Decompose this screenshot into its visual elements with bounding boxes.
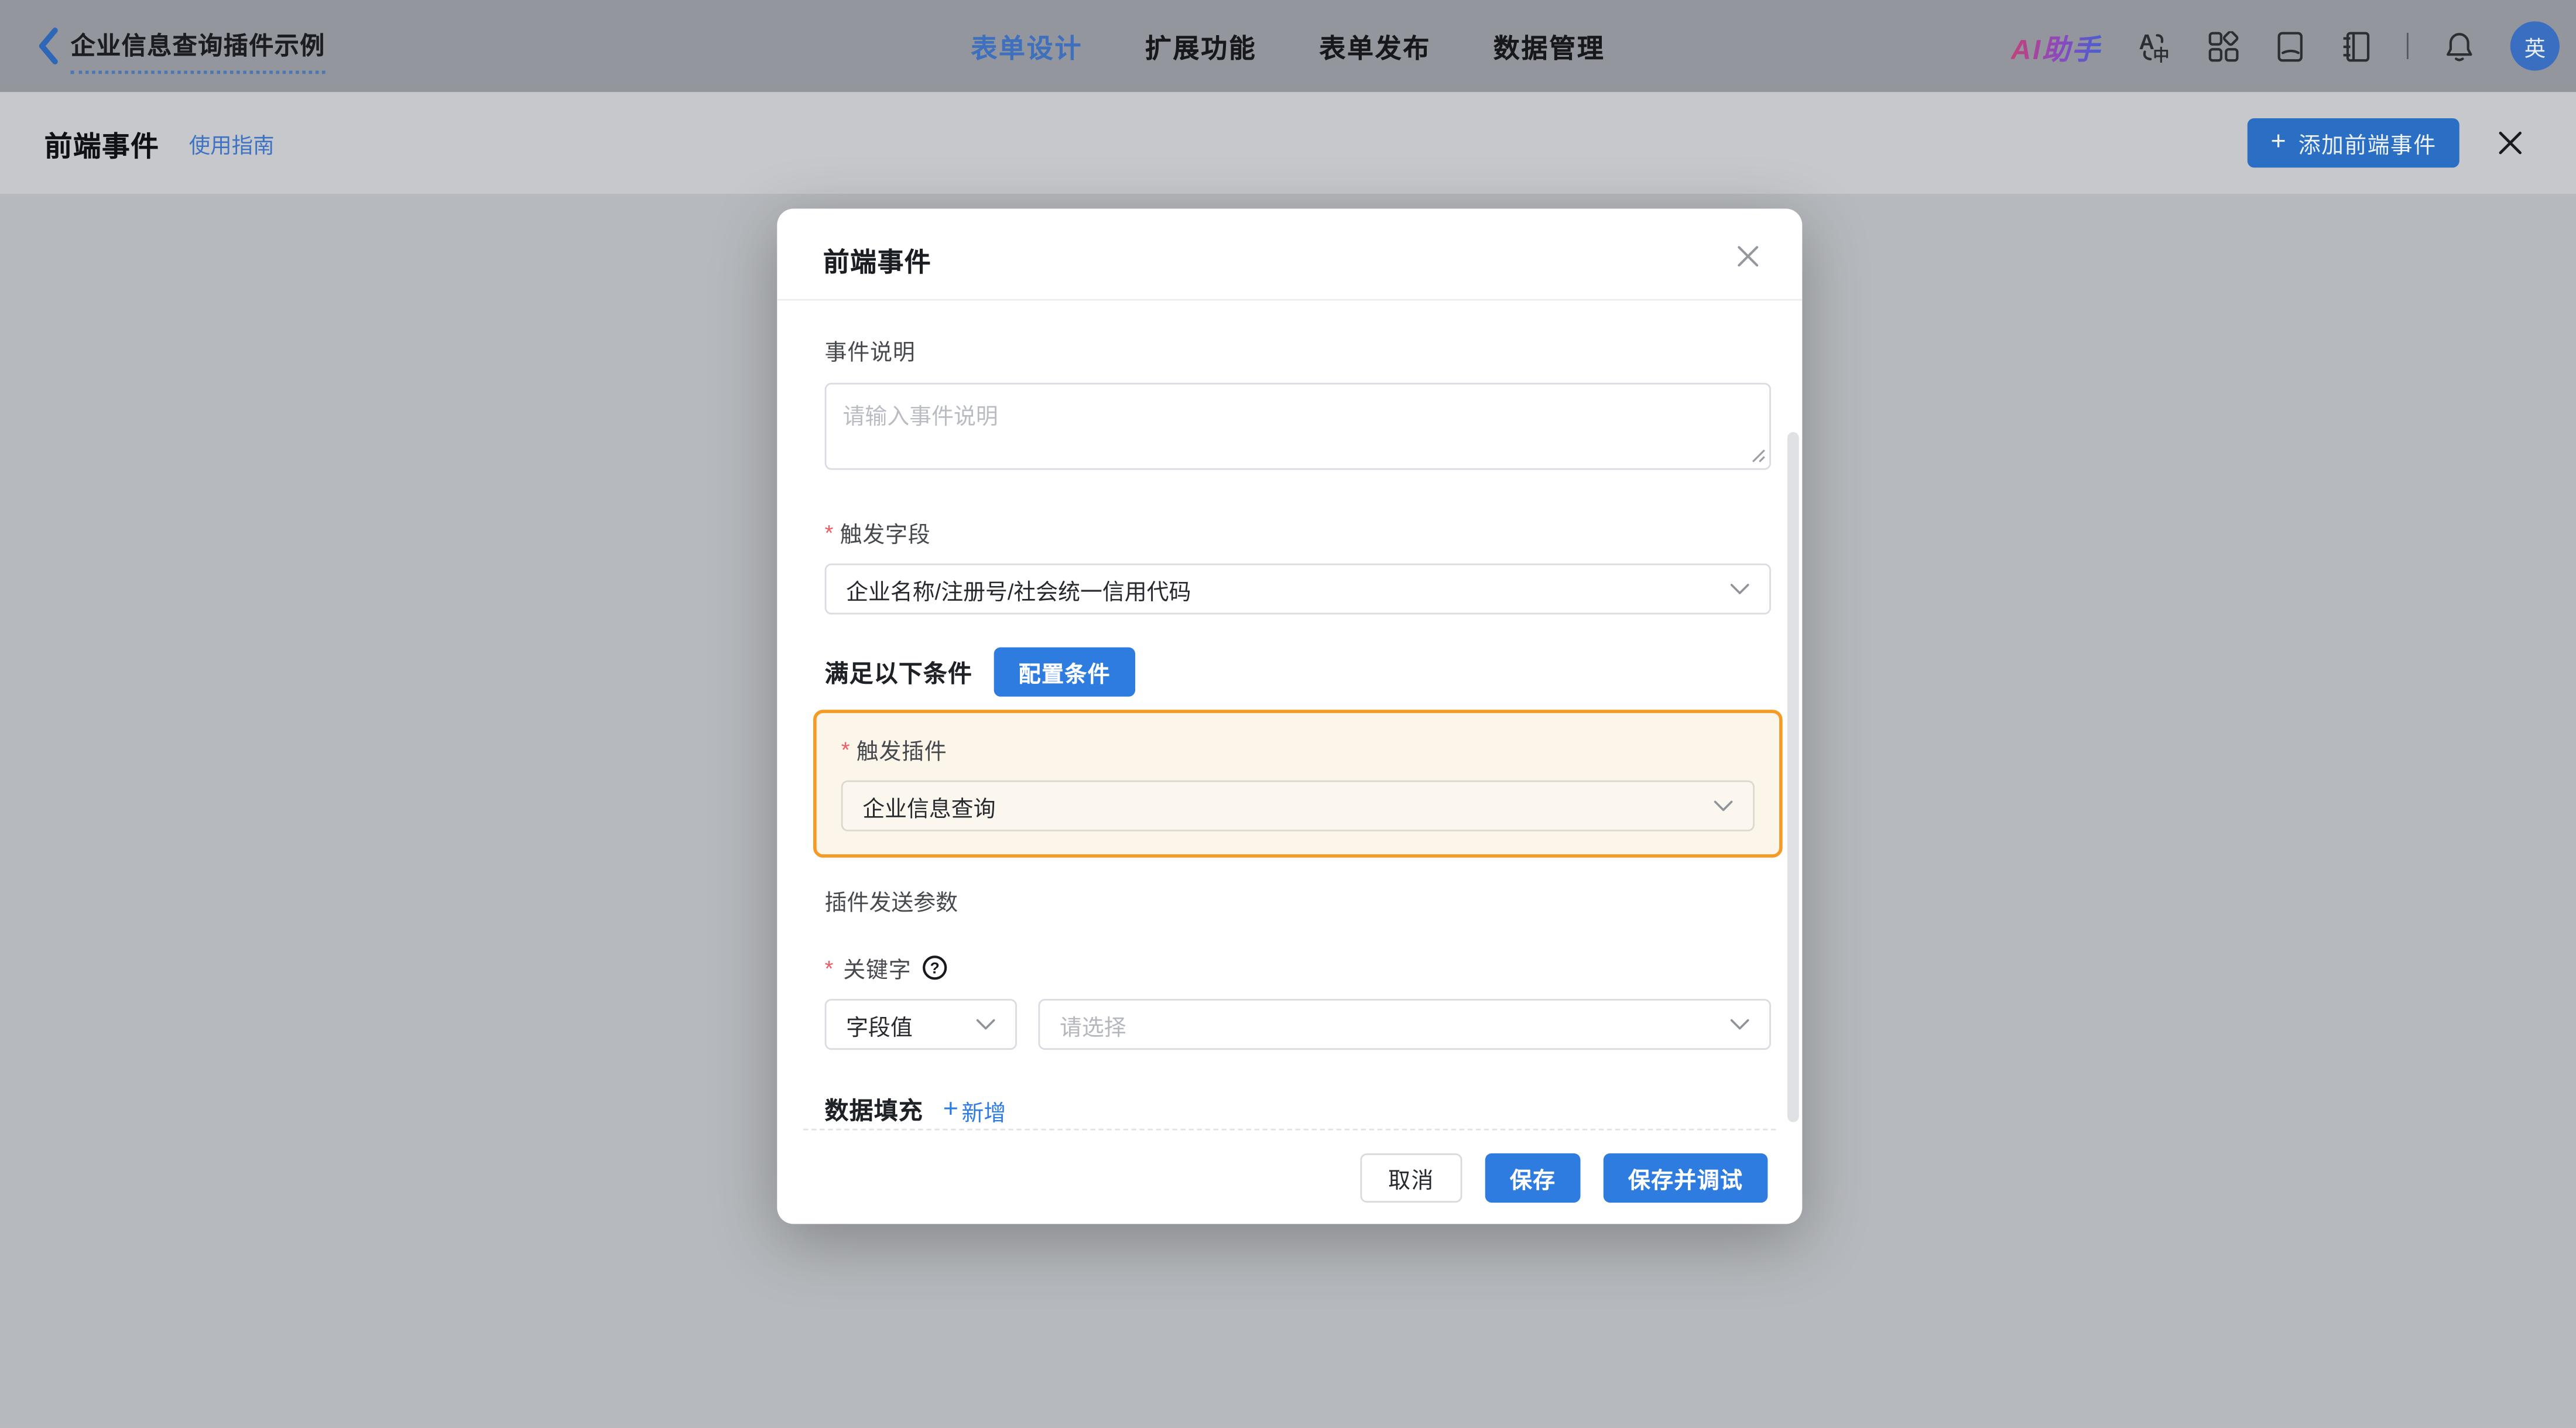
- data-fill-label: 数据填充: [824, 1099, 924, 1126]
- dialog-footer: 取消 保存 保存并调试: [777, 1131, 1802, 1224]
- navbar-divider: [2406, 33, 2409, 60]
- tab-extensions[interactable]: 扩展功能: [1145, 26, 1257, 66]
- required-mark: *: [824, 955, 834, 980]
- save-button[interactable]: 保存: [1485, 1152, 1581, 1202]
- trigger-field-label-row: * 触发字段: [825, 516, 1771, 549]
- svg-text:中: 中: [2153, 45, 2169, 63]
- trigger-plugin-label: 触发插件: [856, 739, 947, 764]
- user-avatar[interactable]: 英: [2510, 21, 2560, 71]
- navbar-tabs: 表单设计 扩展功能 表单发布 数据管理: [971, 0, 1605, 92]
- add-frontend-event-label: 添加前端事件: [2298, 133, 2437, 158]
- navbar-left: 企业信息查询插件示例: [36, 0, 326, 92]
- trigger-field-select[interactable]: 企业名称/注册号/社会统一信用代码: [824, 563, 1771, 615]
- trigger-plugin-value: 企业信息查询: [862, 796, 996, 821]
- navbar-right: AI助手 A 中 英: [2011, 0, 2560, 92]
- translate-icon[interactable]: A 中: [2137, 29, 2172, 63]
- keyword-label: 关键字: [843, 957, 912, 983]
- keyword-value-placeholder: 请选择: [1059, 1014, 1126, 1039]
- trigger-field-label: 触发字段: [840, 522, 931, 547]
- keyword-value-select[interactable]: 请选择: [1038, 999, 1771, 1050]
- trigger-field-value: 企业名称/注册号/社会统一信用代码: [846, 579, 1191, 604]
- configure-condition-button[interactable]: 配置条件: [994, 647, 1136, 697]
- plus-icon: +: [2270, 128, 2287, 156]
- panel-title: 前端事件: [44, 131, 160, 162]
- data-fill-row: 数据填充 + 新增: [825, 1093, 1771, 1127]
- data-fill-add-label: 新增: [961, 1100, 1006, 1125]
- app-stage: 企业信息查询插件示例 表单设计 扩展功能 表单发布 数据管理 AI助手 A 中: [0, 0, 2576, 1428]
- tab-data-manage[interactable]: 数据管理: [1493, 26, 1605, 66]
- plugin-params-label: 插件发送参数: [824, 890, 958, 916]
- svg-text:A: A: [2139, 29, 2154, 53]
- keyword-selects-row: 字段值 请选择: [824, 999, 1771, 1050]
- dialog-header: 前端事件: [777, 208, 1803, 301]
- panel-close-icon[interactable]: [2497, 130, 2523, 156]
- form-title[interactable]: 企业信息查询插件示例: [70, 27, 326, 73]
- cancel-button[interactable]: 取消: [1360, 1152, 1462, 1202]
- event-desc-textarea[interactable]: [824, 382, 1771, 470]
- notebook-icon[interactable]: [2341, 30, 2371, 61]
- tab-form-publish[interactable]: 表单发布: [1319, 26, 1431, 66]
- usage-guide-link[interactable]: 使用指南: [189, 127, 275, 158]
- save-and-debug-button[interactable]: 保存并调试: [1603, 1152, 1768, 1202]
- top-navbar: 企业信息查询插件示例 表单设计 扩展功能 表单发布 数据管理 AI助手 A 中: [0, 0, 2576, 93]
- chevron-down-icon: [1730, 583, 1750, 595]
- keyword-label-row: * 关键字 ?: [825, 951, 1771, 984]
- help-icon[interactable]: ?: [921, 954, 947, 981]
- book-icon[interactable]: [2275, 30, 2305, 61]
- dialog-body: 事件说明 * 触发字段 企业名称/注册号/社会统一信用代码 满足以下条件: [777, 301, 1802, 1127]
- frontend-events-panel-header: 前端事件 使用指南 + 添加前端事件: [0, 92, 2576, 194]
- trigger-plugin-select[interactable]: 企业信息查询: [841, 780, 1755, 831]
- dialog-close-icon[interactable]: [1736, 245, 1759, 268]
- dialog-title: 前端事件: [823, 249, 932, 278]
- keyword-type-value: 字段值: [846, 1014, 913, 1039]
- condition-text: 满足以下条件: [824, 661, 973, 688]
- chevron-down-icon: [1730, 1019, 1750, 1030]
- bell-icon[interactable]: [2445, 30, 2475, 61]
- trigger-plugin-highlight-box: * 触发插件 企业信息查询: [813, 710, 1783, 858]
- tab-form-design[interactable]: 表单设计: [971, 26, 1083, 66]
- event-desc-label: 事件说明: [824, 340, 916, 365]
- add-frontend-event-button[interactable]: + 添加前端事件: [2248, 118, 2459, 168]
- required-mark: *: [841, 737, 850, 762]
- back-chevron-icon[interactable]: [36, 26, 59, 66]
- chevron-down-icon: [976, 1019, 996, 1030]
- frontend-event-dialog: 前端事件 事件说明 * 触发字段 企业名称/注册号/社会统一信用代码: [777, 208, 1803, 1224]
- data-fill-add-link[interactable]: + 新增: [943, 1093, 1006, 1126]
- event-desc-field: [824, 382, 1771, 478]
- svg-text:?: ?: [930, 959, 939, 977]
- keyword-type-select[interactable]: 字段值: [824, 999, 1017, 1050]
- ai-assistant-button[interactable]: AI助手: [2011, 25, 2101, 66]
- plus-icon: +: [943, 1095, 958, 1123]
- condition-row: 满足以下条件 配置条件: [824, 647, 1771, 697]
- required-mark: *: [824, 520, 834, 545]
- chevron-down-icon: [1714, 800, 1734, 812]
- apps-grid-icon[interactable]: [2208, 30, 2239, 61]
- trigger-plugin-label-row: * 触发插件: [841, 733, 1755, 766]
- panel-header-left: 前端事件 使用指南: [44, 92, 275, 194]
- dialog-scrollbar-thumb[interactable]: [1787, 432, 1799, 1122]
